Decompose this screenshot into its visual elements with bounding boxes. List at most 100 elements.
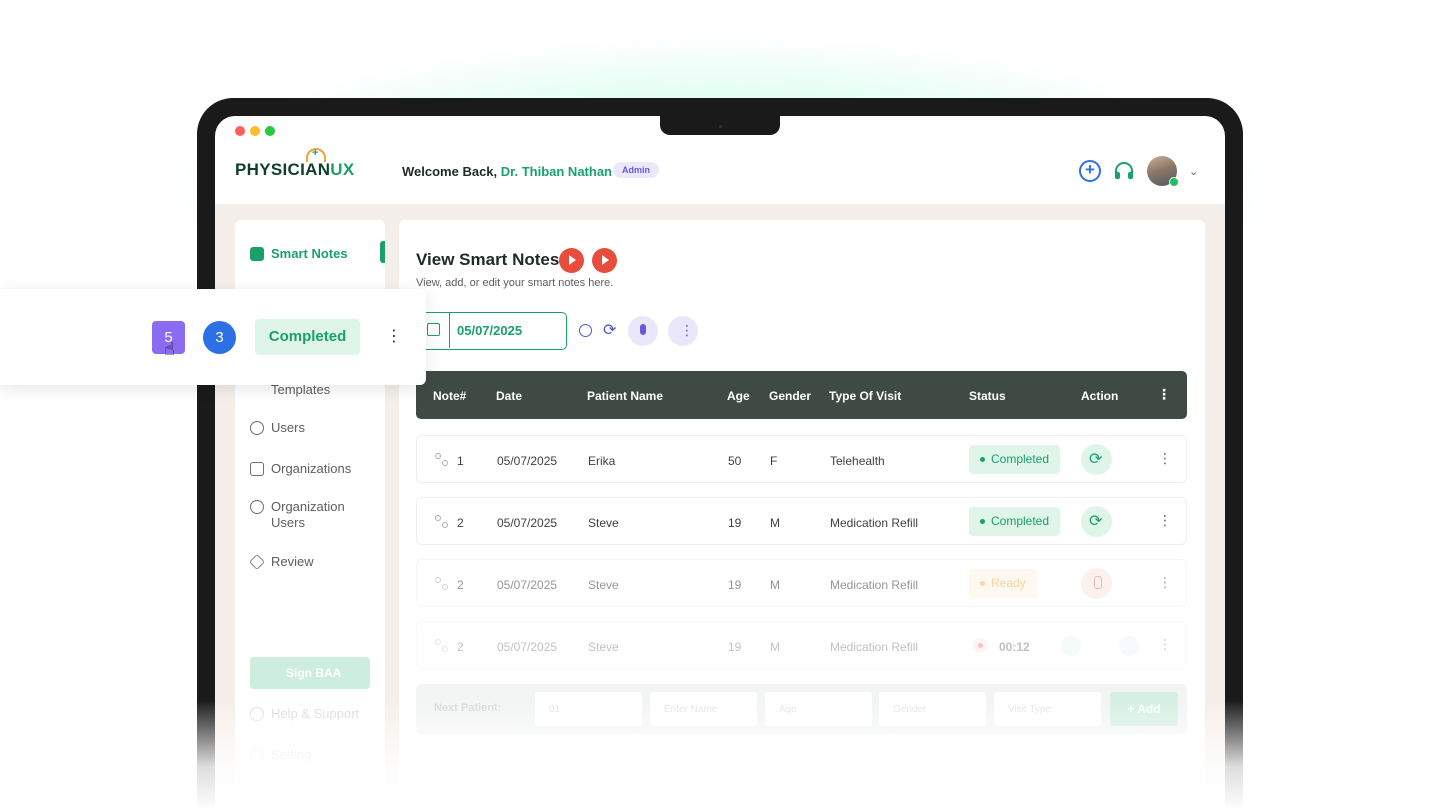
logo-accent: UX [330, 160, 355, 179]
status-badge: Completed [255, 319, 360, 355]
sidebar-item-help[interactable]: Help & Support [250, 706, 359, 722]
column-header[interactable]: Type Of Visit [829, 389, 901, 403]
refresh-icon[interactable] [1090, 636, 1110, 656]
cell-note: 1 [457, 454, 464, 468]
camera-notch [660, 116, 780, 135]
cell-note: 2 [457, 578, 464, 592]
sidebar-item-label: Review [271, 554, 314, 569]
column-header[interactable]: Patient Name [587, 389, 663, 403]
cell-visit: Medication Refill [830, 578, 919, 592]
date-picker[interactable]: 05/07/2025 [416, 312, 567, 350]
hand-cursor-icon: ☝ [164, 339, 175, 359]
sidebar-item-label: Users [271, 420, 305, 435]
gender-input[interactable]: Gender [879, 692, 986, 726]
kebab-icon[interactable]: ⋮ [386, 326, 402, 346]
column-header[interactable]: Date [496, 389, 522, 403]
status-badge: Completed [969, 445, 1061, 474]
add-button[interactable]: + Add [1110, 692, 1178, 726]
cell-gender: M [770, 516, 780, 530]
refresh-icon[interactable] [596, 316, 626, 346]
logo[interactable]: PHYSICIANUX [235, 147, 355, 180]
sidebar-item-smart-notes[interactable]: Smart Notes [250, 246, 348, 262]
role-badge: Admin [613, 162, 659, 178]
drag-handle-icon[interactable] [435, 639, 448, 652]
drag-handle-icon[interactable] [435, 577, 448, 590]
column-header[interactable]: Age [727, 389, 750, 403]
cell-date: 05/07/2025 [497, 454, 558, 468]
cell-note: 2 [457, 640, 464, 654]
kebab-icon[interactable]: ⋮ [1158, 636, 1172, 653]
window-controls [235, 126, 275, 136]
cell-visit: Medication Refill [830, 516, 919, 530]
play-icon[interactable] [592, 248, 617, 273]
laptop-frame: PHYSICIANUX Welcome Back, Dr. Thiban Nat… [197, 98, 1243, 811]
doctor-name: Dr. Thiban Nathan [500, 164, 612, 179]
headset-icon[interactable] [1113, 160, 1135, 182]
chevron-down-icon[interactable]: ⌄ [1189, 165, 1201, 178]
kebab-icon[interactable]: ⋮ [1157, 386, 1171, 403]
table-header: Note# Date Patient Name Age Gender Type … [416, 371, 1187, 419]
sign-baa-button[interactable]: Sign BAA [250, 657, 370, 689]
cell-age: 50 [728, 454, 742, 468]
column-header[interactable]: Gender [769, 389, 811, 403]
sidebar-item-users[interactable]: Users [250, 420, 305, 436]
sync-icon[interactable] [1081, 506, 1112, 537]
column-header[interactable]: Action [1081, 389, 1118, 403]
main-panel: View Smart Notes View, add, or edit your… [399, 220, 1205, 800]
user-circle-icon [250, 421, 264, 435]
welcome-prefix: Welcome Back, [402, 164, 498, 179]
floating-row-card: 5 ☝ 3 Completed ⋮ [0, 289, 426, 385]
stop-icon[interactable] [1119, 636, 1139, 656]
cell-gender: M [770, 640, 780, 654]
close-dot[interactable] [235, 126, 245, 136]
sidebar-item-review[interactable]: Review [249, 554, 314, 570]
more-options-icon[interactable] [668, 316, 698, 346]
drag-handle-icon[interactable] [435, 453, 448, 466]
mic-icon[interactable] [628, 316, 658, 346]
table-row[interactable]: 1 05/07/2025 Erika 50 F Telehealth Compl… [416, 435, 1187, 483]
mic-icon[interactable] [1081, 568, 1112, 599]
kebab-icon[interactable]: ⋮ [1158, 574, 1172, 591]
avatar[interactable] [1147, 156, 1179, 187]
minimize-dot[interactable] [250, 126, 260, 136]
sidebar-item-setting[interactable]: Setting [250, 747, 311, 763]
sync-icon[interactable] [1081, 444, 1112, 475]
add-icon[interactable]: + [1079, 160, 1101, 182]
cell-patient: Steve [588, 640, 619, 654]
table-row[interactable]: 2 05/07/2025 Steve 19 M Medication Refil… [416, 621, 1187, 669]
page-title: View Smart Notes [416, 250, 560, 269]
play-icon[interactable] [559, 248, 584, 273]
users-group-icon [250, 500, 264, 514]
sidebar-item-label: Organizations [271, 461, 352, 476]
sidebar-item-organizations[interactable]: Organizations [250, 461, 351, 477]
number-circle[interactable]: 3 [203, 321, 236, 354]
maximize-dot[interactable] [265, 126, 275, 136]
sidebar-item-organization-users[interactable]: Organization Users [250, 499, 360, 531]
table-row[interactable]: 2 05/07/2025 Steve 19 M Medication Refil… [416, 497, 1187, 545]
note-number-input[interactable]: 01 [535, 692, 642, 726]
app-screen: PHYSICIANUX Welcome Back, Dr. Thiban Nat… [215, 116, 1225, 811]
drag-handle-icon[interactable] [435, 515, 448, 528]
status-badge: Completed [969, 507, 1061, 536]
status-badge: Ready [969, 569, 1037, 598]
sidebar-item-label: Organization Users [271, 499, 345, 530]
kebab-icon[interactable]: ⋮ [1158, 450, 1172, 467]
cell-patient: Erika [588, 454, 616, 468]
sidebar-item-label: Smart Notes [271, 246, 348, 261]
header-actions: + ⌄ [1079, 156, 1201, 187]
age-input[interactable]: Age [765, 692, 872, 726]
name-input[interactable]: Enter Name [650, 692, 757, 726]
column-header[interactable]: Status [969, 389, 1006, 403]
cell-note: 2 [457, 516, 464, 530]
cell-patient: Steve [588, 516, 619, 530]
kebab-icon[interactable]: ⋮ [1158, 512, 1172, 529]
active-indicator [380, 241, 385, 263]
column-header[interactable]: Note# [433, 389, 466, 403]
help-icon [250, 707, 264, 721]
logo-cross-icon [306, 147, 326, 162]
cell-date: 05/07/2025 [497, 516, 558, 530]
pause-icon[interactable] [1061, 636, 1081, 656]
page-subtitle: View, add, or edit your smart notes here… [416, 277, 614, 289]
table-row[interactable]: 2 05/07/2025 Steve 19 M Medication Refil… [416, 559, 1187, 607]
visit-type-input[interactable]: Visit Type [994, 692, 1101, 726]
